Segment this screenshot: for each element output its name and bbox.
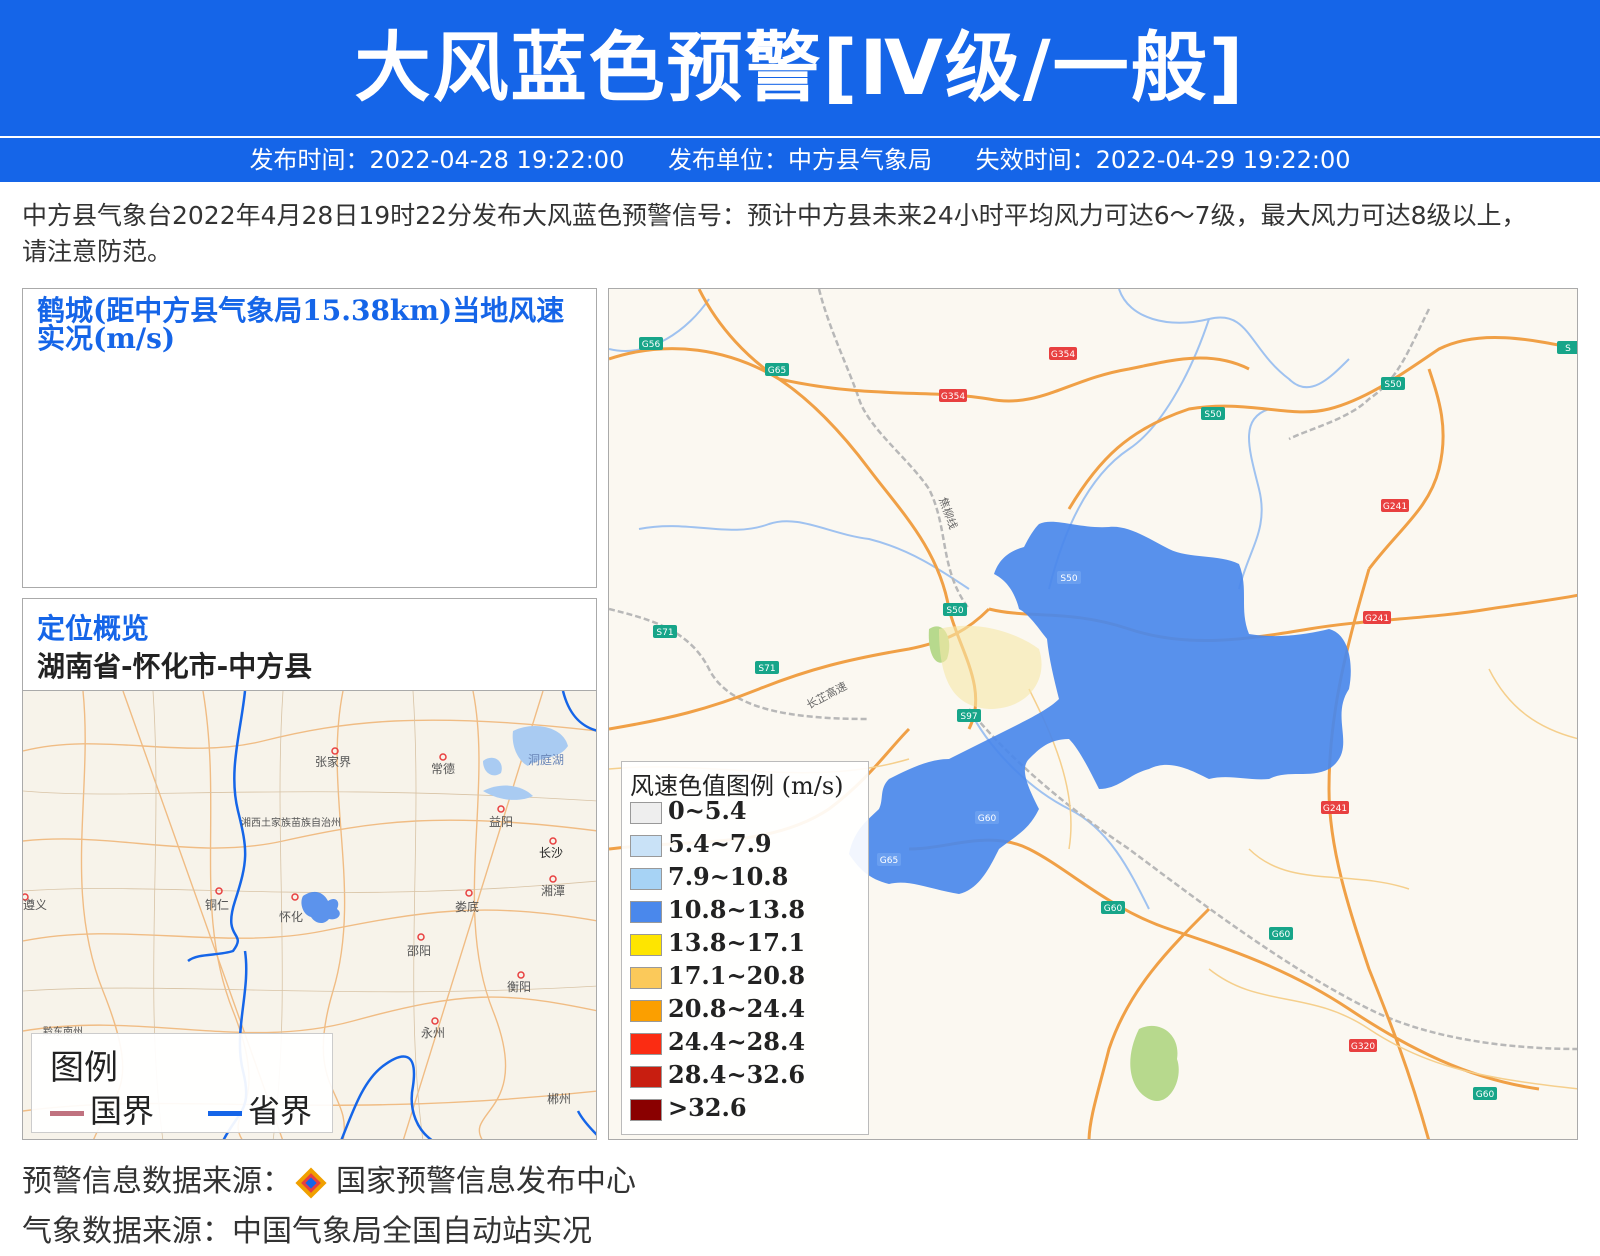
- label-dongtinghu: 洞庭湖: [528, 752, 564, 767]
- road-s50c: S: [1565, 344, 1571, 354]
- road-g56: G56: [642, 340, 661, 350]
- wind-legend-row: >32.6: [630, 1093, 747, 1123]
- station-title: 鹤城(距中方县气象局15.38km)当地风速实况(m/s): [37, 294, 565, 355]
- road-g241c: G241: [1323, 804, 1347, 814]
- national-border-line-icon: [50, 1110, 84, 1116]
- wind-legend-row: 10.8~13.8: [630, 895, 805, 925]
- legend-item-national-border: 国界: [50, 1086, 154, 1132]
- wind-legend-row: 24.4~28.4: [630, 1027, 805, 1057]
- publish-unit: 发布单位：中方县气象局: [668, 146, 932, 174]
- label-changsha: 长沙: [539, 846, 563, 860]
- swatch-icon: [630, 834, 662, 857]
- warning-source: 预警信息数据来源： 国家预警信息发布中心: [22, 1156, 636, 1202]
- location-title: 定位概览: [37, 612, 150, 645]
- warning-header: 大风蓝色预警[Ⅳ级/一般]: [0, 0, 1600, 136]
- road-g65b: G65: [880, 856, 898, 866]
- label-zunyi: 遵义: [23, 897, 47, 912]
- road-g60a: G60: [978, 814, 997, 824]
- label-huaihua: 怀化: [279, 910, 303, 924]
- overview-map[interactable]: 张家界 常德 洞庭湖 湘西土家族苗族自治州 益阳 长沙 铜仁 湘潭 遵义 怀化 …: [22, 690, 597, 1140]
- label-changde: 常德: [431, 761, 455, 776]
- road-s97: S97: [960, 712, 977, 722]
- label-xiangtan: 湘潭: [541, 883, 565, 898]
- swatch-icon: [630, 933, 662, 956]
- road-g241b: G241: [1365, 614, 1389, 624]
- road-s71a: S71: [656, 628, 673, 638]
- swatch-icon: [630, 1032, 662, 1055]
- wind-legend-row: 28.4~32.6: [630, 1060, 805, 1090]
- wind-legend-row: 0~5.4: [630, 796, 747, 826]
- publish-time: 发布时间：2022-04-28 19:22:00: [249, 146, 625, 174]
- swatch-icon: [630, 999, 662, 1022]
- road-g354b: G354: [941, 392, 965, 402]
- label-chenzhou: 郴州: [547, 1092, 571, 1106]
- road-s50b: S50: [1204, 410, 1221, 420]
- swatch-icon: [630, 867, 662, 890]
- wind-legend-row: 20.8~24.4: [630, 994, 805, 1024]
- road-g60b: G60: [1104, 904, 1123, 914]
- map-legend: 图例 国界 省界: [31, 1033, 333, 1133]
- wind-legend-row: 13.8~17.1: [630, 928, 805, 958]
- label-xiangxi: 湘西土家族苗族自治州: [241, 816, 341, 829]
- label-zhangjiajie: 张家界: [315, 754, 351, 769]
- road-g60c: G60: [1272, 930, 1291, 940]
- swatch-icon: [630, 1065, 662, 1088]
- warning-description: 中方县气象台2022年4月28日19时22分发布大风蓝色预警信号：预计中方县未来…: [22, 201, 1527, 266]
- label-hengyang: 衡阳: [507, 980, 531, 994]
- road-s50d: S50: [946, 606, 963, 616]
- road-s50a: S50: [1384, 380, 1401, 390]
- legend-title: 图例: [50, 1048, 118, 1088]
- road-g354a: G354: [1051, 350, 1075, 360]
- location-overview-panel: 定位概览 湖南省-怀化市-中方县: [22, 598, 597, 690]
- swatch-icon: [630, 801, 662, 824]
- label-yiyang: 益阳: [489, 815, 513, 829]
- legend-item-province-border: 省界: [208, 1086, 312, 1132]
- road-g65a: G65: [768, 366, 786, 376]
- warning-center-logo-icon: [292, 1164, 330, 1202]
- road-s50e: S50: [1060, 574, 1077, 584]
- road-g241a: G241: [1383, 502, 1407, 512]
- wind-legend-row: 7.9~10.8: [630, 862, 788, 892]
- swatch-icon: [630, 900, 662, 923]
- road-g320: G320: [1351, 1042, 1375, 1052]
- alert-area-map[interactable]: G56 G65 G354 G354 S50 S50 S G241 G241 G2…: [608, 288, 1578, 1140]
- publish-info-bar: 发布时间：2022-04-28 19:22:00 发布单位：中方县气象局 失效时…: [0, 138, 1600, 182]
- label-tongren: 铜仁: [205, 897, 229, 912]
- location-path: 湖南省-怀化市-中方县: [37, 650, 313, 683]
- station-wind-panel: 鹤城(距中方县气象局15.38km)当地风速实况(m/s): [22, 288, 597, 588]
- label-loudi: 娄底: [455, 899, 479, 914]
- wind-legend-row: 5.4~7.9: [630, 829, 772, 859]
- weather-source: 气象数据来源：中国气象局全国自动站实况: [22, 1214, 592, 1249]
- wind-speed-legend: 风速色值图例 (m/s) 0~5.4 5.4~7.9 7.9~10.8 10.8…: [621, 761, 869, 1135]
- label-yongzhou: 永州: [421, 1026, 445, 1040]
- swatch-icon: [630, 1098, 662, 1121]
- warning-center-name[interactable]: 国家预警信息发布中心: [336, 1164, 636, 1199]
- road-g60d: G60: [1476, 1090, 1495, 1100]
- expire-time: 失效时间：2022-04-29 19:22:00: [975, 146, 1351, 174]
- warning-title: 大风蓝色预警[Ⅳ级/一般]: [354, 23, 1246, 112]
- province-border-line-icon: [208, 1110, 242, 1116]
- label-shaoyang: 邵阳: [407, 944, 431, 958]
- wind-legend-row: 17.1~20.8: [630, 961, 805, 991]
- swatch-icon: [630, 966, 662, 989]
- road-s71b: S71: [758, 664, 775, 674]
